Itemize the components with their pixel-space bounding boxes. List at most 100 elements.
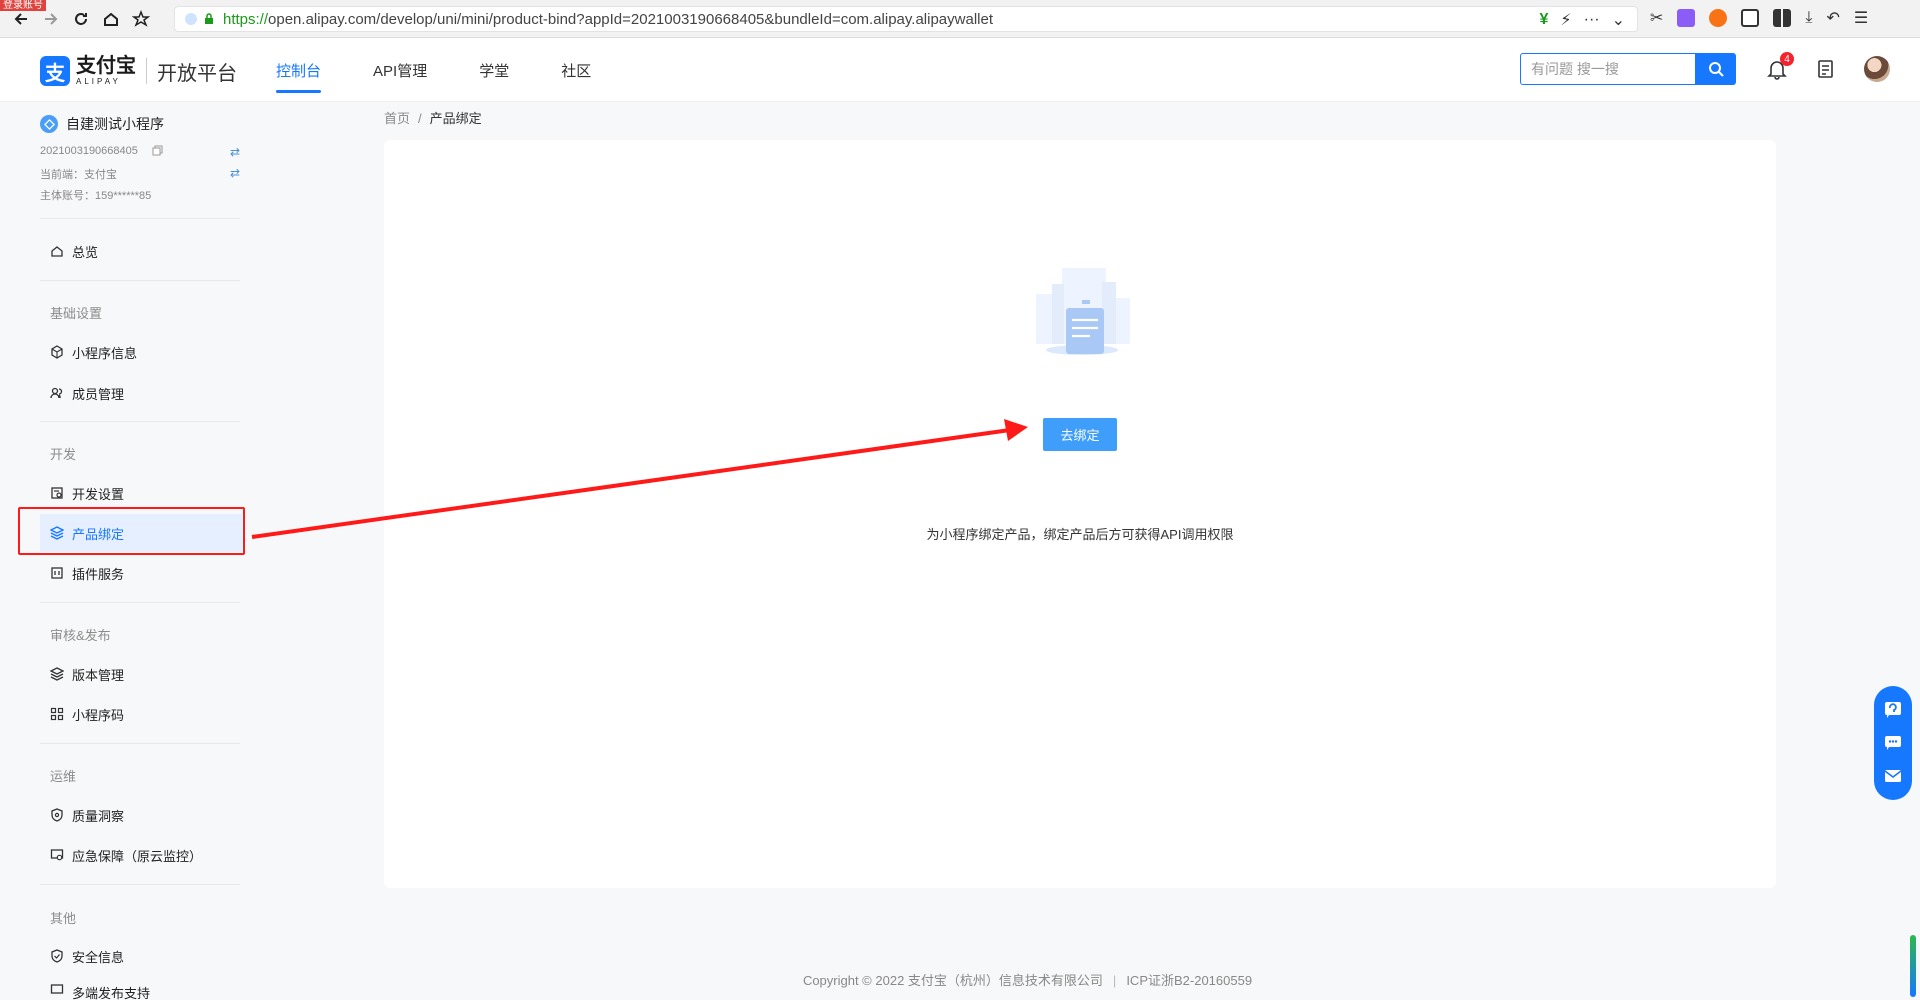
- divider: [40, 743, 240, 744]
- divider: [40, 602, 240, 603]
- alipay-logo[interactable]: 支 支付宝 ALIPAY 开放平台: [40, 56, 237, 86]
- cube-icon: [51, 345, 63, 359]
- switch-app-icon[interactable]: ⇄: [230, 145, 240, 159]
- group-label-dev: 开发: [50, 447, 77, 462]
- nav-console[interactable]: 控制台: [276, 38, 322, 102]
- logo-divider: [146, 58, 147, 84]
- yen-icon[interactable]: ¥: [1539, 11, 1548, 29]
- url-text: open.alipay.com/develop/uni/mini/product…: [268, 10, 993, 28]
- scissors-icon[interactable]: ✂: [1650, 8, 1663, 28]
- sidebar-item-label: 安全信息: [72, 949, 125, 965]
- nav-api-management[interactable]: API管理: [373, 38, 427, 102]
- sidebar-item-label: 插件服务: [72, 566, 125, 582]
- sidebar-item-emergency[interactable]: 应急保障（原云监控）: [40, 836, 242, 874]
- menu-icon[interactable]: ☰: [1854, 8, 1868, 28]
- nav-community[interactable]: 社区: [561, 38, 591, 102]
- sidebar-item-quality[interactable]: 质量洞察: [40, 796, 242, 834]
- empty-state-text: 为小程序绑定产品，绑定产品后方可获得API调用权限: [926, 527, 1234, 542]
- home-icon[interactable]: [96, 4, 126, 34]
- game-extension-icon[interactable]: [1709, 9, 1728, 27]
- switch-end-icon[interactable]: ⇄: [230, 166, 240, 180]
- divider: [40, 218, 240, 219]
- breadcrumb-separator: /: [418, 111, 422, 126]
- chat-icon[interactable]: [1882, 732, 1904, 754]
- floating-help-toolbar: [1874, 686, 1912, 800]
- sidebar-item-label: 版本管理: [72, 667, 125, 683]
- sidebar-item-label: 小程序信息: [72, 345, 138, 361]
- footer-separator: |: [1112, 973, 1117, 988]
- settings-doc-icon: [51, 487, 63, 499]
- chevron-down-icon[interactable]: ⌄: [1612, 10, 1625, 30]
- breadcrumb-home[interactable]: 首页: [384, 111, 410, 126]
- bookmark-star-icon[interactable]: [126, 4, 156, 34]
- sidebar-item-app-info[interactable]: 小程序信息: [40, 333, 242, 371]
- download-icon[interactable]: ⤓: [1805, 9, 1812, 27]
- site-security-icon: [185, 13, 197, 25]
- platform-title: 开放平台: [157, 62, 237, 85]
- help-question-icon[interactable]: [1882, 699, 1904, 721]
- home-icon: [51, 246, 63, 257]
- empty-document-illustration: [1036, 268, 1130, 355]
- copy-icon[interactable]: [152, 145, 163, 156]
- window-extension-icon[interactable]: [1741, 9, 1760, 27]
- current-end-row: 当前端：支付宝 ⇄: [40, 166, 240, 182]
- plugin-icon: [51, 567, 63, 579]
- group-label-review: 审核&发布: [50, 628, 111, 643]
- divider: [40, 280, 240, 281]
- apps-grid-icon[interactable]: [1773, 9, 1792, 27]
- scrollbar[interactable]: [1910, 935, 1916, 997]
- document-icon[interactable]: [1815, 58, 1837, 80]
- main-nav: 控制台 API管理 学堂 社区: [276, 38, 643, 102]
- reload-icon[interactable]: [66, 4, 96, 34]
- search-button[interactable]: [1696, 53, 1736, 85]
- sidebar-item-label: 总览: [72, 244, 99, 260]
- sidebar-item-overview[interactable]: 总览: [40, 232, 242, 270]
- url-scheme: https://: [223, 10, 269, 28]
- app-name: 自建测试小程序: [66, 116, 164, 132]
- group-label-ops: 运维: [50, 769, 77, 784]
- go-bind-button[interactable]: 去绑定: [1043, 418, 1117, 451]
- content-card: 为小程序绑定产品，绑定产品后方可获得API调用权限: [384, 140, 1776, 888]
- lock-icon: [205, 13, 213, 24]
- nav-academy[interactable]: 学堂: [479, 38, 509, 102]
- app-id: 2021003190668405: [40, 145, 138, 157]
- alipay-logo-icon: 支: [40, 56, 70, 86]
- monitor-icon: [50, 849, 64, 861]
- account-row: 主体账号：159******85: [40, 187, 240, 203]
- more-icon[interactable]: ···: [1584, 11, 1600, 29]
- sidebar-item-qrcode[interactable]: 小程序码: [40, 695, 242, 733]
- breadcrumb: 首页 / 产品绑定: [384, 108, 482, 127]
- sidebar-item-label: 应急保障（原云监控）: [72, 848, 203, 864]
- app-header[interactable]: 自建测试小程序: [40, 114, 164, 134]
- annotation-highlight-box: [18, 507, 245, 555]
- divider: [40, 421, 240, 422]
- sidebar-item-label: 开发设置: [72, 486, 125, 502]
- copyright: Copyright © 2022 支付宝（杭州）信息技术有限公司: [802, 973, 1103, 988]
- feedback-mail-icon[interactable]: [1882, 765, 1904, 787]
- logo-en: ALIPAY: [76, 77, 121, 86]
- app-logo-icon: [40, 115, 58, 133]
- avatar[interactable]: [1864, 56, 1890, 82]
- shield-check-icon: [51, 949, 63, 963]
- footer: Copyright © 2022 支付宝（杭州）信息技术有限公司 | ICP证浙B2…: [0, 970, 1920, 989]
- sidebar-item-label: 成员管理: [72, 386, 125, 402]
- users-icon: [50, 387, 63, 399]
- group-label-basic: 基础设置: [50, 306, 103, 321]
- sidebar-item-members[interactable]: 成员管理: [40, 374, 242, 412]
- address-bar[interactable]: https://open.alipay.com/develop/uni/mini…: [174, 6, 1638, 32]
- browser-toolbar: 登录账号 https://open.alipay.com/develop/uni…: [0, 0, 1920, 38]
- login-badge: 登录账号: [0, 0, 46, 11]
- icp-license[interactable]: ICP证浙B2-20160559: [1126, 973, 1252, 988]
- translate-extension-icon[interactable]: [1677, 9, 1696, 27]
- divider: [40, 884, 240, 885]
- sidebar-item-plugin[interactable]: 插件服务: [40, 554, 242, 592]
- sidebar-item-version[interactable]: 版本管理: [40, 655, 242, 693]
- search-input[interactable]: 有问题 搜一搜: [1520, 53, 1696, 85]
- group-label-other: 其他: [50, 911, 77, 926]
- undo-icon[interactable]: ↶: [1826, 8, 1839, 28]
- notification-badge: 4: [1780, 52, 1794, 66]
- top-header: 支 支付宝 ALIPAY 开放平台 控制台 API管理 学堂 社区 有问题 搜一…: [0, 38, 1920, 102]
- search-icon: [1709, 62, 1724, 77]
- lightning-icon[interactable]: ⚡: [1560, 10, 1571, 30]
- sidebar-item-label: 质量洞察: [72, 808, 125, 824]
